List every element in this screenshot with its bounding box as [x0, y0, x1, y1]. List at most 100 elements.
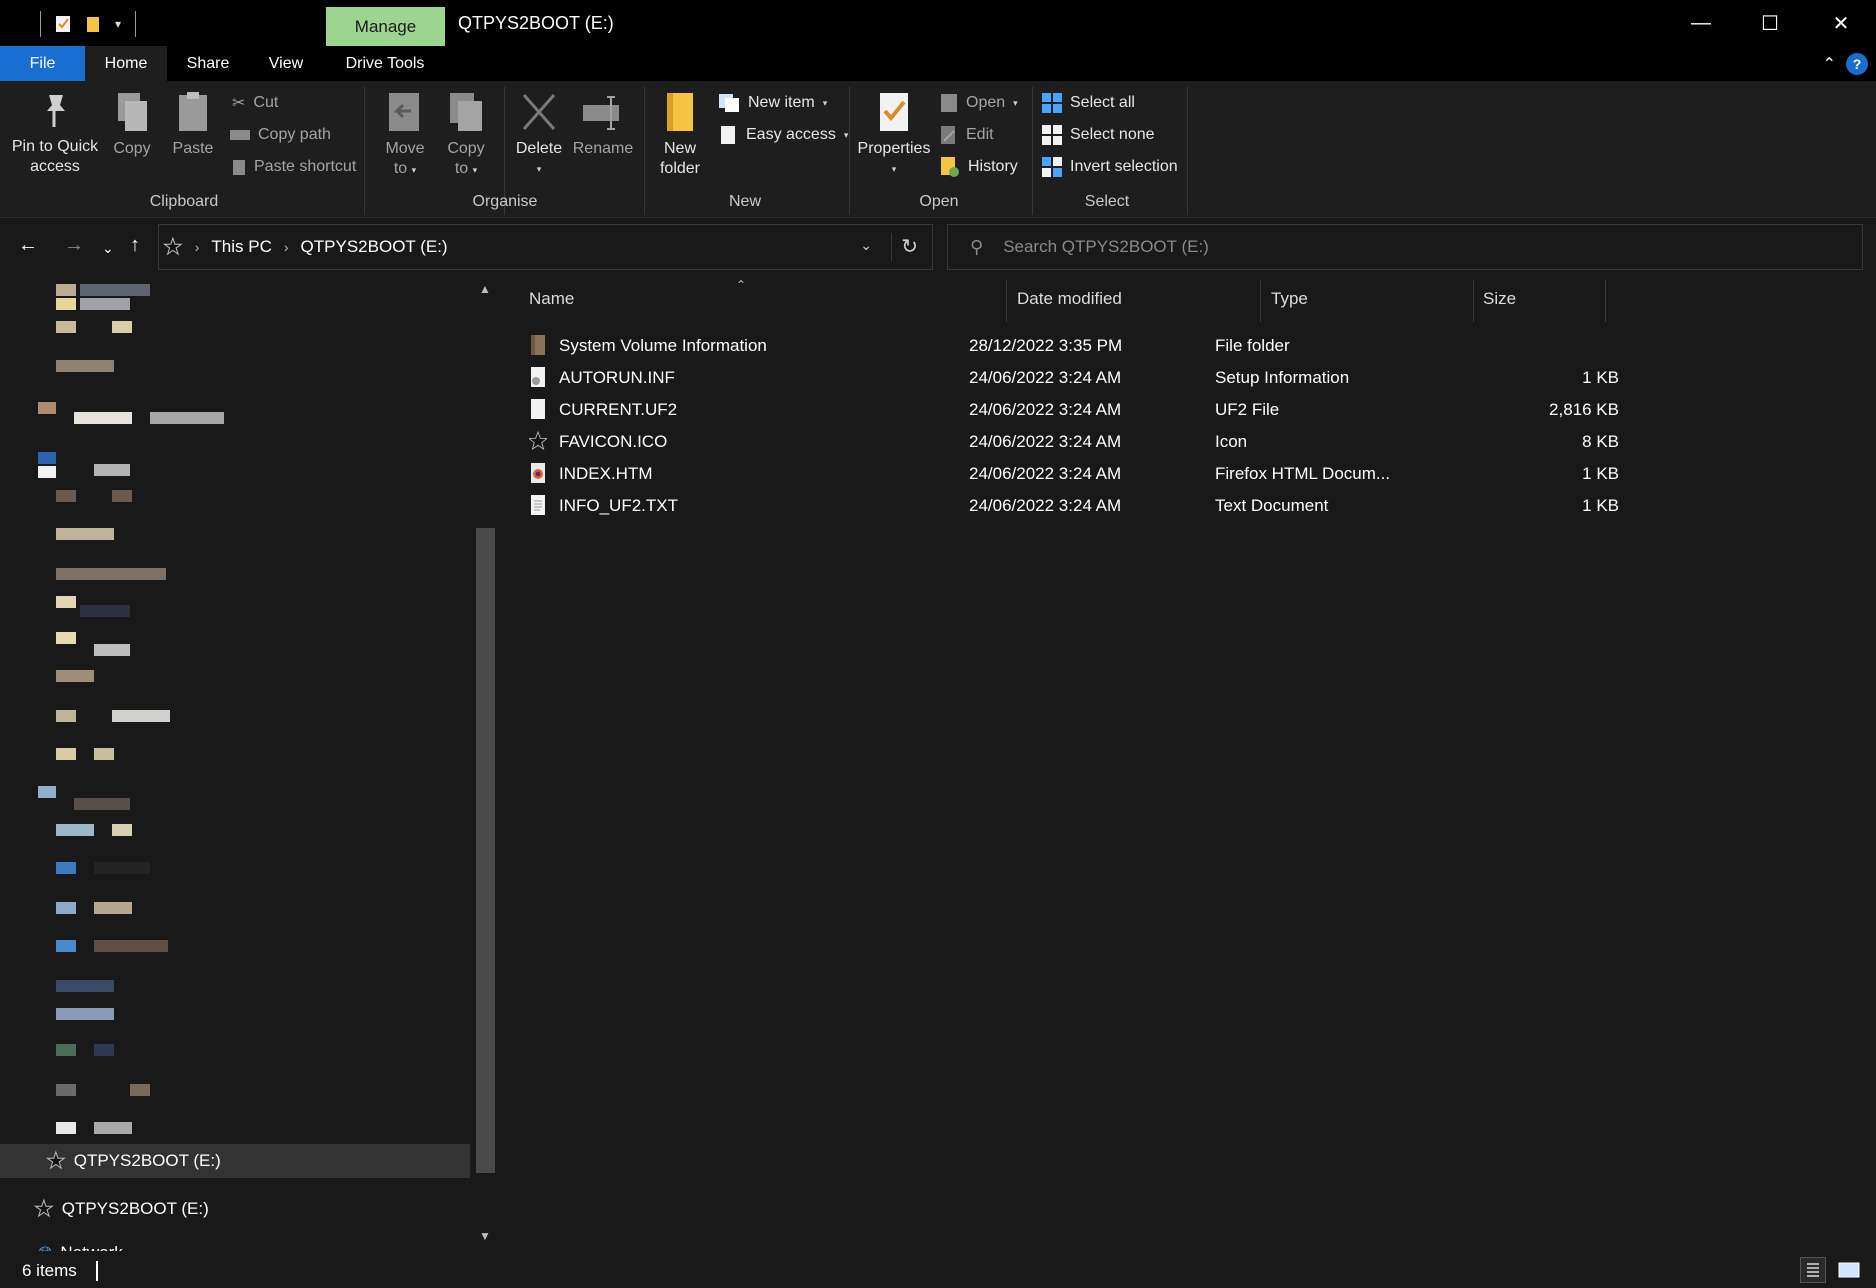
column-separator[interactable]: [1605, 280, 1606, 322]
new-folder-qat-icon[interactable]: [85, 15, 101, 33]
redacted-nav-item[interactable]: [94, 644, 130, 656]
invert-selection-button[interactable]: Invert selection: [1042, 155, 1178, 179]
tab-home[interactable]: Home: [85, 46, 167, 81]
nav-item-qtpys2boot-selected[interactable]: ★ QTPYS2BOOT (E:): [0, 1144, 470, 1178]
address-bar[interactable]: ★ › This PC › QTPYS2BOOT (E:) ⌄ ↻: [158, 224, 933, 270]
redacted-nav-item[interactable]: [56, 568, 166, 580]
cut-button[interactable]: ✂ Cut: [232, 91, 278, 115]
up-arrow-icon[interactable]: ↑: [130, 234, 140, 257]
search-input[interactable]: [1001, 236, 1702, 258]
redacted-nav-item[interactable]: [80, 298, 130, 310]
redacted-nav-item[interactable]: [56, 360, 114, 372]
redacted-nav-item[interactable]: [80, 284, 150, 296]
redacted-nav-item[interactable]: [56, 632, 76, 644]
redacted-nav-item[interactable]: [94, 862, 150, 874]
address-dropdown-icon[interactable]: ⌄: [860, 237, 872, 254]
copy-to-button[interactable]: Copy to ▾: [440, 91, 492, 180]
maximize-button[interactable]: ☐: [1735, 0, 1805, 46]
recent-locations-chevron-icon[interactable]: ⌄: [102, 240, 114, 257]
redacted-nav-item[interactable]: [56, 284, 76, 296]
redacted-nav-item[interactable]: [130, 1084, 150, 1096]
redacted-nav-item[interactable]: [56, 1122, 76, 1134]
large-icons-view-button[interactable]: [1836, 1257, 1862, 1283]
column-header-size[interactable]: Size: [1483, 278, 1603, 320]
forward-arrow-icon[interactable]: →: [64, 234, 84, 257]
redacted-nav-item[interactable]: [112, 321, 132, 333]
rename-button[interactable]: Rename: [572, 91, 634, 159]
breadcrumb-this-pc[interactable]: This PC: [211, 237, 271, 257]
file-row[interactable]: CURRENT.UF2 24/06/2022 3:24 AM UF2 File …: [529, 394, 1729, 426]
redacted-nav-item[interactable]: [56, 298, 76, 310]
file-row[interactable]: FAVICON.ICO 24/06/2022 3:24 AM Icon 8 KB: [529, 426, 1729, 458]
redacted-nav-item[interactable]: [56, 321, 76, 333]
manage-contextual-tab[interactable]: Manage: [326, 7, 445, 46]
paste-shortcut-button[interactable]: Paste shortcut: [232, 155, 356, 179]
redacted-nav-item[interactable]: [94, 748, 114, 760]
redacted-nav-item[interactable]: [56, 748, 76, 760]
file-row[interactable]: INDEX.HTM 24/06/2022 3:24 AM Firefox HTM…: [529, 458, 1729, 490]
column-header-name[interactable]: Name: [529, 278, 1002, 320]
redacted-nav-item[interactable]: [56, 980, 114, 992]
redacted-nav-item[interactable]: [56, 824, 94, 836]
redacted-nav-item[interactable]: [56, 862, 76, 874]
breadcrumb-chevron-icon[interactable]: ›: [195, 239, 200, 255]
search-box[interactable]: ⚲: [947, 224, 1863, 270]
paste-button[interactable]: Paste: [166, 91, 220, 159]
scroll-up-icon[interactable]: ▲: [479, 282, 491, 296]
help-icon[interactable]: ?: [1846, 53, 1868, 75]
breadcrumb-drive[interactable]: QTPYS2BOOT (E:): [301, 237, 448, 257]
redacted-nav-item[interactable]: [38, 786, 56, 798]
file-row[interactable]: AUTORUN.INF 24/06/2022 3:24 AM Setup Inf…: [529, 362, 1729, 394]
redacted-nav-item[interactable]: [94, 1044, 114, 1056]
redacted-nav-item[interactable]: [94, 940, 168, 952]
redacted-nav-item[interactable]: [80, 605, 130, 617]
edit-button[interactable]: Edit: [940, 123, 994, 147]
properties-qat-icon[interactable]: [55, 15, 71, 33]
redacted-nav-item[interactable]: [94, 1122, 132, 1134]
redacted-nav-item[interactable]: [56, 1044, 76, 1056]
tab-file[interactable]: File: [0, 46, 85, 81]
pin-to-quick-access-button[interactable]: Pin to Quick access: [10, 91, 100, 177]
redacted-nav-item[interactable]: [112, 490, 132, 502]
collapse-ribbon-icon[interactable]: ⌃: [1823, 54, 1836, 74]
tab-view[interactable]: View: [250, 46, 322, 81]
redacted-nav-item[interactable]: [56, 670, 94, 682]
copy-path-button[interactable]: Copy path: [230, 123, 331, 147]
open-button[interactable]: Open ▾: [940, 91, 1018, 115]
delete-button[interactable]: Delete ▾: [510, 91, 568, 179]
move-to-button[interactable]: Move to ▾: [378, 91, 432, 180]
tab-drive-tools[interactable]: Drive Tools: [330, 46, 440, 81]
redacted-nav-item[interactable]: [56, 710, 76, 722]
breadcrumb-chevron-icon[interactable]: ›: [284, 239, 289, 255]
redacted-nav-item[interactable]: [56, 1084, 76, 1096]
customize-qat-icon[interactable]: ▾: [115, 17, 121, 31]
scrollbar-thumb[interactable]: [476, 528, 495, 1173]
redacted-nav-item[interactable]: [150, 412, 224, 424]
column-header-date[interactable]: Date modified: [1017, 278, 1257, 320]
redacted-nav-item[interactable]: [74, 412, 132, 424]
close-button[interactable]: ✕: [1806, 0, 1876, 46]
redacted-nav-item[interactable]: [38, 466, 56, 478]
copy-button[interactable]: Copy: [106, 91, 158, 159]
redacted-nav-item[interactable]: [38, 452, 56, 464]
refresh-icon[interactable]: ↻: [901, 234, 918, 259]
nav-item-network[interactable]: 🌐︎ Network: [0, 1236, 470, 1252]
history-button[interactable]: History: [940, 155, 1018, 179]
back-arrow-icon[interactable]: ←: [18, 234, 38, 257]
scroll-down-icon[interactable]: ▼: [479, 1229, 491, 1243]
file-row[interactable]: INFO_UF2.TXT 24/06/2022 3:24 AM Text Doc…: [529, 490, 1729, 522]
minimize-button[interactable]: —: [1666, 0, 1736, 46]
new-item-button[interactable]: New item ▾: [718, 91, 827, 115]
column-header-type[interactable]: Type: [1271, 278, 1471, 320]
file-row[interactable]: System Volume Information 28/12/2022 3:3…: [529, 330, 1729, 362]
tab-share[interactable]: Share: [172, 46, 244, 81]
easy-access-button[interactable]: Easy access ▾: [718, 123, 848, 147]
redacted-nav-item[interactable]: [56, 1008, 114, 1020]
details-view-button[interactable]: [1800, 1257, 1826, 1283]
redacted-nav-item[interactable]: [94, 902, 132, 914]
redacted-nav-item[interactable]: [56, 596, 76, 608]
properties-button[interactable]: Properties ▾: [856, 91, 932, 179]
new-folder-button[interactable]: New folder: [652, 91, 708, 179]
nav-pane-scrollbar[interactable]: ▲ ▼: [473, 278, 497, 1251]
redacted-nav-item[interactable]: [112, 824, 132, 836]
